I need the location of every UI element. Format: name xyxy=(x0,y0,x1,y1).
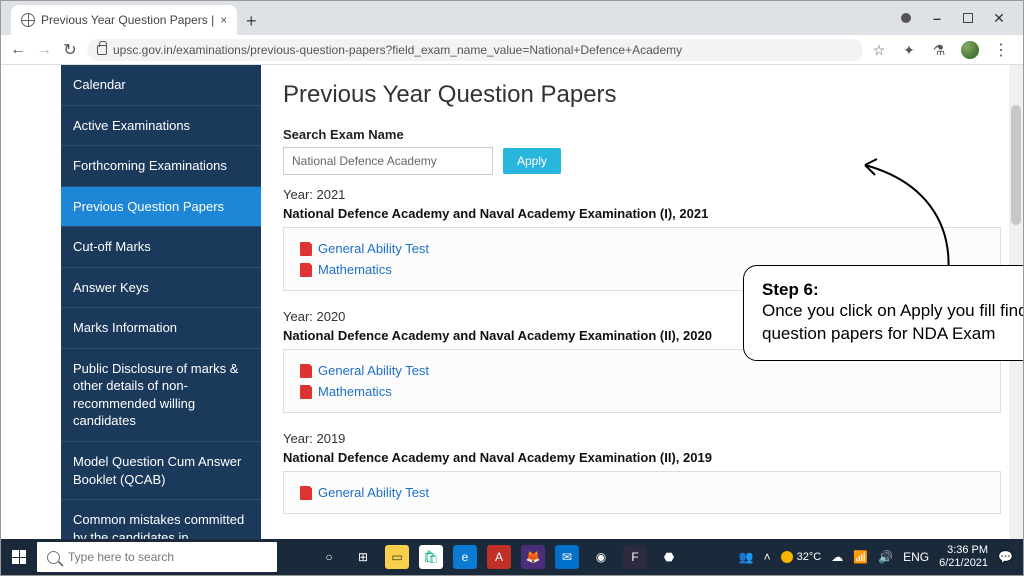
search-icon xyxy=(47,551,60,564)
wifi-icon[interactable]: 📶 xyxy=(853,550,868,564)
taskbar-search-placeholder: Type here to search xyxy=(68,550,174,564)
callout-desc: Once you click on Apply you fill find al… xyxy=(762,300,1023,346)
page-title: Previous Year Question Papers xyxy=(283,81,1001,109)
pdf-icon xyxy=(300,242,312,256)
flask-icon[interactable]: ⚗ xyxy=(931,42,947,58)
tab-close-icon[interactable]: × xyxy=(220,13,227,27)
extension-puzzle-icon[interactable]: ✦ xyxy=(901,42,917,58)
chrome-icon[interactable]: ◉ xyxy=(589,545,613,569)
globe-icon xyxy=(21,13,35,27)
window-minimize-icon[interactable] xyxy=(929,10,945,26)
task-view-icon[interactable]: ⊞ xyxy=(351,545,375,569)
paper-link[interactable]: General Ability Test xyxy=(300,360,984,381)
sidebar-item-calendar[interactable]: Calendar xyxy=(61,65,261,106)
address-input[interactable]: upsc.gov.in/examinations/previous-questi… xyxy=(87,39,863,61)
window-maximize-icon[interactable] xyxy=(963,13,973,23)
search-exam-input[interactable] xyxy=(283,147,493,175)
people-icon[interactable]: 👥 xyxy=(739,550,754,564)
nav-forward-icon: → xyxy=(35,41,53,59)
tray-chevron-icon[interactable]: ˄ xyxy=(764,550,771,564)
volume-icon[interactable]: 🔊 xyxy=(878,550,893,564)
weather-widget[interactable]: 32°C xyxy=(781,551,822,563)
tab-title: Previous Year Question Papers | xyxy=(41,13,214,27)
star-icon[interactable]: ☆ xyxy=(871,42,887,58)
system-tray: 👥 ˄ 32°C ☁ 📶 🔊 ENG 3:36 PM 6/21/2021 💬 xyxy=(739,544,1023,569)
page-viewport: Calendar Active Examinations Forthcoming… xyxy=(1,65,1023,539)
edge-icon[interactable]: e xyxy=(453,545,477,569)
mail-icon[interactable]: ✉ xyxy=(555,545,579,569)
sidebar-item-public-disclosure[interactable]: Public Disclosure of marks & other detai… xyxy=(61,349,261,442)
result-block-2019: Year: 2019 National Defence Academy and … xyxy=(283,431,1001,514)
taskbar-search[interactable]: Type here to search xyxy=(37,542,277,572)
cortana-icon[interactable]: ○ xyxy=(317,545,341,569)
taskbar-clock[interactable]: 3:36 PM 6/21/2021 xyxy=(939,544,988,569)
address-bar: ← → upsc.gov.in/examinations/previous-qu… xyxy=(1,35,1023,65)
window-controls xyxy=(885,1,1023,35)
sidebar-item-marks-information[interactable]: Marks Information xyxy=(61,308,261,349)
windows-taskbar: Type here to search ○ ⊞ ▭ 🛍 e A 🦊 ✉ ◉ F … xyxy=(1,539,1023,575)
year-label: Year: 2019 xyxy=(283,431,1001,446)
store-icon[interactable]: 🛍 xyxy=(419,545,443,569)
pdf-icon xyxy=(300,263,312,277)
onedrive-icon[interactable]: ☁ xyxy=(831,550,843,564)
tutorial-callout: Step 6: Once you click on Apply you fill… xyxy=(743,265,1023,361)
autocad-icon[interactable]: A xyxy=(487,545,511,569)
exam-title: National Defence Academy and Naval Acade… xyxy=(283,450,1001,465)
profile-avatar-icon[interactable] xyxy=(961,41,979,59)
notifications-icon[interactable]: 💬 xyxy=(998,550,1013,564)
search-label: Search Exam Name xyxy=(283,127,1001,142)
pdf-icon xyxy=(300,486,312,500)
sidebar-item-active-examinations[interactable]: Active Examinations xyxy=(61,106,261,147)
callout-step: Step 6: xyxy=(762,280,1023,300)
pdf-icon xyxy=(300,364,312,378)
paper-link[interactable]: General Ability Test xyxy=(300,482,984,503)
app-icon[interactable]: ⬣ xyxy=(657,545,681,569)
figma-icon[interactable]: F xyxy=(623,545,647,569)
window-close-icon[interactable] xyxy=(991,10,1007,26)
windows-logo-icon xyxy=(12,550,26,564)
paper-link[interactable]: Mathematics xyxy=(300,381,984,402)
sidebar-item-answer-keys[interactable]: Answer Keys xyxy=(61,268,261,309)
language-indicator[interactable]: ENG xyxy=(903,550,929,564)
new-tab-button[interactable]: + xyxy=(237,7,265,35)
firefox-icon[interactable]: 🦊 xyxy=(521,545,545,569)
url-text: upsc.gov.in/examinations/previous-questi… xyxy=(113,43,682,57)
browser-tab[interactable]: Previous Year Question Papers | × xyxy=(11,5,237,35)
nav-back-icon[interactable]: ← xyxy=(9,41,27,59)
paper-list: General Ability Test xyxy=(283,471,1001,514)
sidebar-item-model-qcab[interactable]: Model Question Cum Answer Booklet (QCAB) xyxy=(61,442,261,500)
apply-button[interactable]: Apply xyxy=(503,148,561,174)
record-indicator-icon xyxy=(901,13,911,23)
sidebar-item-previous-question-papers[interactable]: Previous Question Papers xyxy=(61,187,261,228)
sidebar-item-common-mistakes[interactable]: Common mistakes committed by the candida… xyxy=(61,500,261,539)
menu-kebab-icon[interactable]: ⋮ xyxy=(993,40,1009,60)
nav-reload-icon[interactable] xyxy=(61,40,79,60)
sun-icon xyxy=(781,551,793,563)
lock-icon xyxy=(97,45,107,55)
sidebar-nav: Calendar Active Examinations Forthcoming… xyxy=(61,65,261,539)
taskbar-pinned-apps: ○ ⊞ ▭ 🛍 e A 🦊 ✉ ◉ F ⬣ xyxy=(317,545,681,569)
file-explorer-icon[interactable]: ▭ xyxy=(385,545,409,569)
sidebar-item-cutoff-marks[interactable]: Cut-off Marks xyxy=(61,227,261,268)
main-content: Previous Year Question Papers Search Exa… xyxy=(261,65,1023,539)
pdf-icon xyxy=(300,385,312,399)
start-button[interactable] xyxy=(1,539,37,575)
browser-tab-strip: Previous Year Question Papers | × + xyxy=(1,1,1023,35)
sidebar-item-forthcoming-examinations[interactable]: Forthcoming Examinations xyxy=(61,146,261,187)
